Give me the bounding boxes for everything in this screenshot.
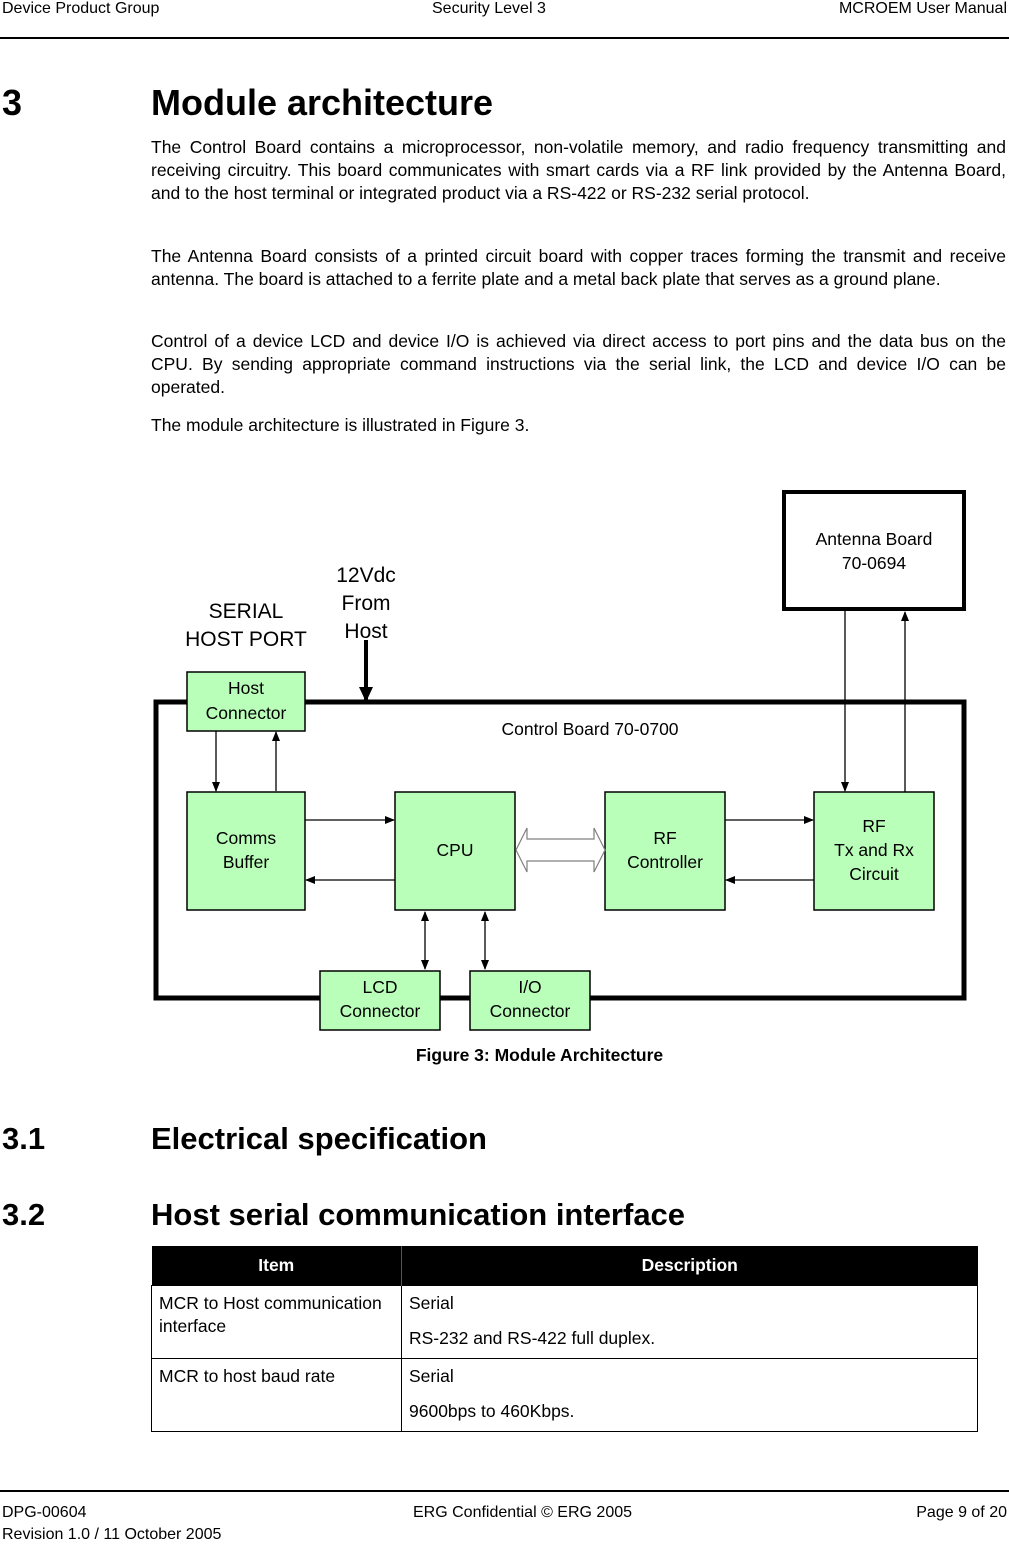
comms-buffer-label-2: Buffer bbox=[223, 852, 270, 872]
cell-item: MCR to Host communication interface bbox=[151, 1285, 402, 1359]
cell-description: Serial RS-232 and RS-422 full duplex. bbox=[401, 1285, 978, 1359]
rf-controller-label-2: Controller bbox=[627, 852, 703, 872]
serial-host-port-label-2: HOST PORT bbox=[185, 628, 307, 651]
data-bus-double-arrow bbox=[515, 827, 606, 873]
lcd-connector-label-2: Connector bbox=[340, 1001, 421, 1021]
figure-caption: Figure 3: Module Architecture bbox=[415, 1045, 664, 1065]
column-header-description: Description bbox=[401, 1246, 978, 1286]
comms-buffer-block bbox=[186, 791, 306, 911]
power-label-2: From bbox=[342, 592, 391, 615]
column-header-item: Item bbox=[151, 1246, 402, 1286]
rf-controller-label-1: RF bbox=[653, 828, 676, 848]
antenna-board-block bbox=[782, 490, 966, 611]
rf-controller-block bbox=[604, 791, 726, 911]
description-line-2: RS-232 and RS-422 full duplex. bbox=[409, 1328, 656, 1348]
host-interface-spec-table: Item Description MCR to Host communicati… bbox=[151, 1246, 978, 1432]
host-connector-label-2: Connector bbox=[206, 703, 287, 723]
section-title: Electrical specification bbox=[151, 1121, 487, 1156]
section-number: 3.1 bbox=[2, 1121, 46, 1156]
serial-host-port-label-1: SERIAL bbox=[209, 600, 284, 623]
io-connector-label-2: Connector bbox=[490, 1001, 571, 1021]
power-label-1: 12Vdc bbox=[336, 564, 396, 587]
control-board-label: Control Board 70-0700 bbox=[501, 719, 678, 739]
cell-item: MCR to host baud rate bbox=[151, 1358, 402, 1432]
footer-page-number: Page 9 of 20 bbox=[916, 1504, 1007, 1521]
io-connector-label-1: I/O bbox=[518, 977, 541, 997]
footer-doc-id: DPG-00604 bbox=[2, 1504, 87, 1521]
host-connector-label-1: Host bbox=[228, 678, 264, 698]
cell-description: Serial 9600bps to 460Kbps. bbox=[401, 1358, 978, 1432]
table-row: MCR to Host communication interface Seri… bbox=[151, 1285, 978, 1359]
power-label-3: Host bbox=[344, 620, 387, 643]
comms-buffer-label-1: Comms bbox=[216, 828, 277, 848]
table-row: MCR to host baud rate Serial 9600bps to … bbox=[151, 1358, 978, 1432]
footer-rule bbox=[0, 1490, 1009, 1492]
rf-txrx-label-3: Circuit bbox=[849, 864, 899, 884]
footer-confidential: ERG Confidential © ERG 2005 bbox=[413, 1504, 633, 1521]
description-line-2: 9600bps to 460Kbps. bbox=[409, 1401, 575, 1421]
cpu-label: CPU bbox=[437, 840, 474, 860]
rf-txrx-label-2: Tx and Rx bbox=[834, 840, 914, 860]
lcd-connector-label-1: LCD bbox=[362, 977, 397, 997]
table-header-row: Item Description bbox=[151, 1246, 978, 1286]
module-architecture-diagram: Control Board 70-0700 Antenna Board 70-0… bbox=[153, 490, 967, 1031]
antenna-board-label-1: Antenna Board bbox=[816, 529, 933, 549]
section-title: Host serial communication interface bbox=[151, 1197, 686, 1232]
section-number: 3.2 bbox=[2, 1197, 46, 1232]
description-line-1: Serial bbox=[409, 1366, 454, 1386]
antenna-board-label-2: 70-0694 bbox=[842, 553, 906, 573]
description-line-1: Serial bbox=[409, 1293, 454, 1313]
rf-txrx-label-1: RF bbox=[862, 816, 885, 836]
footer-revision: Revision 1.0 / 11 October 2005 bbox=[2, 1526, 222, 1543]
